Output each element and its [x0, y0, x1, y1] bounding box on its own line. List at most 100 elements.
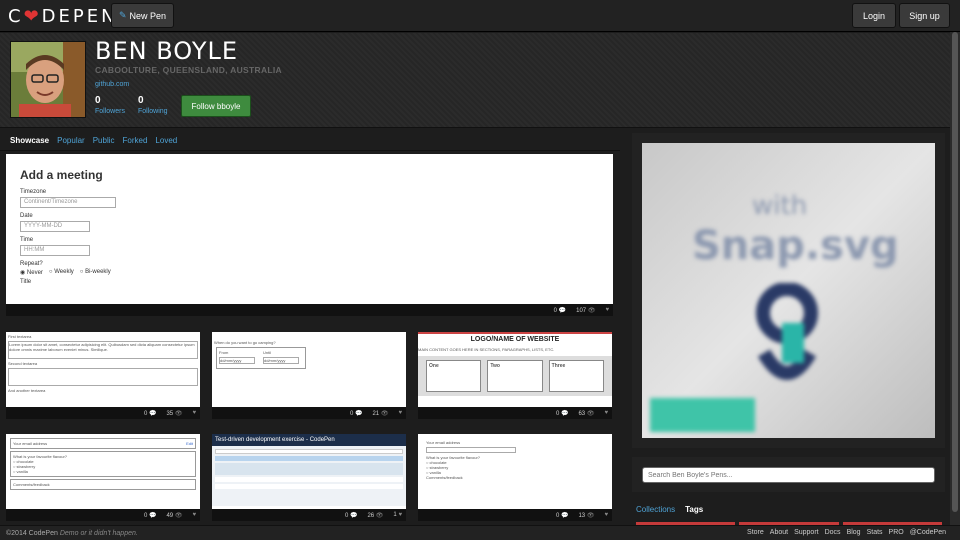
featured-pen-preview[interactable]: Add a meeting Timezone Continent/Timezon… [6, 154, 613, 304]
comment-icon: 💬 [349, 512, 358, 519]
date-input[interactable]: YYYY-MM-DD [20, 221, 90, 232]
pen-text: Test-driven development exercise - CodeP… [212, 434, 406, 446]
footer-link-about[interactable]: About [770, 529, 788, 536]
following-label: Following [138, 108, 168, 115]
option-vanilla: ○ vanilla [13, 469, 28, 474]
heart-icon[interactable]: ♥ [604, 410, 608, 416]
comment-count[interactable]: 0 💬 [556, 410, 569, 417]
pen-preview-textareas[interactable]: First textarea Lorem ipsum dolor sit ame… [6, 332, 200, 407]
heart-icon[interactable]: ♥ [192, 410, 196, 416]
mock-line [215, 484, 403, 489]
tab-collections[interactable]: Collections [636, 505, 675, 514]
radio-never[interactable]: ◉ Never [20, 269, 43, 276]
heart-icon[interactable]: ♥ [605, 307, 609, 313]
promo-text: with [752, 191, 808, 221]
view-number: 21 [372, 410, 380, 417]
pen-stats: 0 💬 21 👁 ♥ [212, 407, 406, 419]
comment-count[interactable]: 0 💬 [554, 307, 567, 314]
tab-showcase[interactable]: Showcase [10, 136, 49, 145]
comment-number: 0 [143, 512, 148, 519]
comment-number: 0 [555, 410, 560, 417]
love-number: 1 [393, 512, 397, 518]
heart-icon: ❤ [23, 6, 42, 27]
column-one: One [426, 360, 482, 392]
pen-preview-feedback-form-plain[interactable]: Your email address What is your favourit… [418, 434, 612, 509]
pen-preview-feedback-form[interactable]: Your email address Edit What is your fav… [6, 434, 200, 509]
promo-text: Snap.svg [692, 223, 899, 269]
pen-text: MAIN CONTENT GOES HERE IN SECTIONS, PARA… [418, 347, 555, 352]
new-pen-label: New Pen [129, 10, 167, 21]
footer-link-support[interactable]: Support [794, 529, 819, 536]
textarea-mock: Lorem ipsum dolor sit amet, consectetur … [8, 341, 198, 359]
pen-stats: 0 💬 13 👁 ♥ [418, 509, 612, 521]
tab-forked[interactable]: Forked [123, 136, 148, 145]
footer-link-stats[interactable]: Stats [867, 529, 883, 536]
heart-icon[interactable]: ♥ [192, 512, 196, 518]
radio-biweekly[interactable]: ○ Bi-weekly [80, 269, 111, 276]
tab-loved[interactable]: Loved [155, 136, 177, 145]
search-panel [632, 457, 945, 492]
eye-icon: 👁 [587, 307, 596, 314]
heart-icon[interactable]: ♥ [604, 512, 608, 518]
heart-icon: ♥ [398, 512, 402, 518]
tab-popular[interactable]: Popular [57, 136, 85, 145]
footer-link-pro[interactable]: PRO [889, 529, 904, 536]
comment-count[interactable]: 0 💬 [556, 512, 569, 519]
option-label: vanilla [16, 469, 28, 474]
profile-name: BEN BOYLE [95, 37, 239, 65]
logo-letter: C [8, 6, 24, 27]
mock-line [215, 477, 403, 482]
footer-link-docs[interactable]: Docs [825, 529, 841, 536]
comment-count[interactable]: 0 💬 [345, 512, 358, 519]
pen-text: First textarea [8, 334, 32, 339]
pen-text: Comments/feedback [426, 475, 463, 480]
followers-count: 0 [95, 95, 101, 106]
scrollbar-thumb[interactable] [952, 32, 958, 512]
footer-link-twitter[interactable]: @CodePen [910, 529, 946, 536]
pen-preview-camping[interactable]: When do you want to go camping? From dd/m… [212, 332, 406, 407]
snapsvg-logo-icon [756, 283, 818, 380]
profile-link[interactable]: github.com [95, 81, 129, 88]
comment-count[interactable]: 0 💬 [350, 410, 363, 417]
login-button[interactable]: Login [852, 3, 896, 28]
love-count[interactable]: 1 ♥ [393, 512, 402, 518]
eye-icon: 👁 [375, 512, 384, 519]
date-label: Date [20, 213, 33, 219]
time-input[interactable]: HH:MM [20, 245, 90, 256]
pencil-icon: ✎ [118, 10, 127, 20]
search-pens-input[interactable] [642, 467, 935, 483]
comment-number: 0 [143, 410, 148, 417]
view-count: 49 👁 [166, 512, 182, 519]
tab-tags[interactable]: Tags [685, 505, 703, 514]
radio-weekly[interactable]: ○ Weekly [49, 269, 74, 276]
eye-icon: 👁 [174, 410, 183, 417]
mock-line [215, 463, 403, 475]
comment-icon: 💬 [148, 410, 157, 417]
pen-text: LOGO/NAME OF WEBSITE [418, 332, 612, 343]
mock-line [215, 449, 403, 454]
comment-count[interactable]: 0 💬 [144, 410, 157, 417]
signup-button[interactable]: Sign up [899, 3, 950, 28]
page-scrollbar[interactable] [950, 32, 960, 525]
repeat-label: Repeat? [20, 261, 43, 267]
footer-link-store[interactable]: Store [747, 529, 764, 536]
avatar [10, 41, 86, 118]
following-stat[interactable]: 0 Following [138, 95, 168, 115]
codepen-logo[interactable]: C❤DEPEN [8, 6, 118, 27]
heart-icon[interactable]: ♥ [398, 410, 402, 416]
follow-button[interactable]: Follow bboyle [181, 95, 251, 117]
footer-link-blog[interactable]: Blog [847, 529, 861, 536]
comment-count[interactable]: 0 💬 [144, 512, 157, 519]
pen-preview-tdd-exercise[interactable]: Test-driven development exercise - CodeP… [212, 434, 406, 509]
pen-preview-website-layout[interactable]: LOGO/NAME OF WEBSITE MAIN CONTENT GOES H… [418, 332, 612, 407]
new-pen-button[interactable]: ✎ New Pen [111, 3, 174, 28]
timezone-input[interactable]: Continent/Timezone [20, 197, 116, 208]
mock-line [215, 456, 403, 461]
promo-snapsvg-banner[interactable]: with Snap.svg [642, 143, 935, 438]
followers-stat[interactable]: 0 Followers [95, 95, 125, 115]
comment-number: 0 [553, 307, 557, 314]
tab-divider [0, 150, 620, 151]
view-number: 63 [578, 410, 586, 417]
pen-text: When do you want to go camping? [214, 340, 276, 345]
tab-public[interactable]: Public [93, 136, 115, 145]
